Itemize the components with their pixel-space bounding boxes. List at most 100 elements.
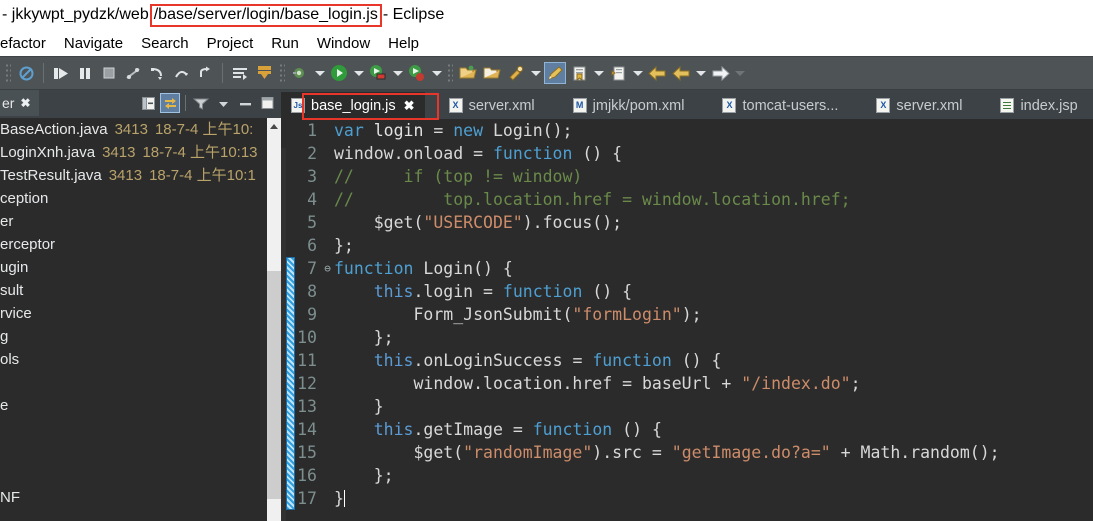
code-line[interactable]: 7 ⊖ function Login() { xyxy=(281,257,1093,280)
history-list-item[interactable]: ception xyxy=(0,187,267,210)
history-list-item[interactable]: ugin xyxy=(0,256,267,279)
code-line[interactable]: 14 this.getImage = function () { xyxy=(281,418,1093,441)
editor-tab-server-xml[interactable]: Xserver.xml xyxy=(439,92,545,119)
coverage-dropdown-icon[interactable] xyxy=(391,62,404,84)
editor-tab-index-jsp[interactable]: index.jsp xyxy=(990,92,1087,119)
menu-item-help[interactable]: Help xyxy=(379,33,428,54)
history-list-item[interactable]: e xyxy=(0,394,267,417)
step-return-icon[interactable] xyxy=(194,62,216,84)
view-menu-icon[interactable] xyxy=(213,93,233,113)
bookmark-icon[interactable] xyxy=(568,62,590,84)
search-icon[interactable] xyxy=(505,62,527,84)
external-tools-dropdown-icon[interactable] xyxy=(430,62,443,84)
code-line[interactable]: 9 Form_JsonSubmit("formLogin"); xyxy=(281,303,1093,326)
code-line[interactable]: 1 var login = new Login(); xyxy=(281,119,1093,142)
editor-tab-base-login-js[interactable]: Js base_login.js ✖ xyxy=(281,92,425,119)
code-line[interactable]: 17} xyxy=(281,487,1093,510)
scrollbar-thumb[interactable] xyxy=(267,271,281,499)
history-list-item[interactable]: sult xyxy=(0,279,267,302)
history-scrollbar[interactable] xyxy=(267,118,281,521)
menu-item-run[interactable]: Run xyxy=(262,33,308,54)
history-list-item[interactable]: rvice xyxy=(0,302,267,325)
debug-dropdown-icon[interactable] xyxy=(313,62,326,84)
history-list-item[interactable] xyxy=(0,440,267,463)
code-line[interactable]: 11 this.onLoginSuccess = function () { xyxy=(281,349,1093,372)
code-line[interactable]: 10 }; xyxy=(281,326,1093,349)
skip-all-breakpoints-icon[interactable] xyxy=(15,62,37,84)
back-icon[interactable] xyxy=(646,62,668,84)
previous-icon[interactable] xyxy=(670,62,692,84)
external-tools-icon[interactable] xyxy=(406,62,428,84)
history-list-item[interactable] xyxy=(0,371,267,394)
collapse-all-icon[interactable] xyxy=(138,93,158,113)
run-icon[interactable] xyxy=(328,62,350,84)
drop-to-frame-icon[interactable] xyxy=(253,62,275,84)
code-line[interactable]: 12 window.location.href = baseUrl + "/in… xyxy=(281,372,1093,395)
history-list-item[interactable]: LoginXnh.java 3413 18-7-4 上午10:13 xyxy=(0,141,267,164)
open-resource-icon[interactable] xyxy=(457,62,479,84)
task-icon[interactable] xyxy=(607,62,629,84)
pause-icon[interactable] xyxy=(74,62,96,84)
maximize-icon[interactable] xyxy=(257,93,277,113)
minimize-icon[interactable] xyxy=(235,93,255,113)
coverage-icon[interactable] xyxy=(367,62,389,84)
code-line[interactable]: 6}; xyxy=(281,234,1093,257)
code-line[interactable]: 4 // top.location.href = window.location.… xyxy=(281,188,1093,211)
menu-item-navigate[interactable]: Navigate xyxy=(55,33,132,54)
previous-dropdown-icon[interactable] xyxy=(694,62,707,84)
history-view-tab[interactable]: er ✖ xyxy=(0,90,39,116)
code-line[interactable]: 5 $get("USERCODE").focus(); xyxy=(281,211,1093,234)
editor-tab-server-xml[interactable]: Xserver.xml xyxy=(866,92,972,119)
code-line[interactable]: 16 }; xyxy=(281,464,1093,487)
code-line[interactable]: 8 this.login = function () { xyxy=(281,280,1093,303)
line-number: 1 xyxy=(307,121,317,140)
bookmark-dropdown-icon[interactable] xyxy=(592,62,605,84)
menu-item-efactor[interactable]: efactor xyxy=(0,33,55,54)
annotate-icon[interactable] xyxy=(544,62,566,84)
forward-dropdown-icon[interactable] xyxy=(733,62,746,84)
resume-icon[interactable] xyxy=(50,62,72,84)
disconnect-icon[interactable] xyxy=(122,62,144,84)
code-line[interactable]: 15 $get("randomImage").src = "getImage.d… xyxy=(281,441,1093,464)
forward-icon[interactable] xyxy=(709,62,731,84)
filters-icon[interactable] xyxy=(191,93,211,113)
code-line[interactable]: 2 window.onload = function () { xyxy=(281,142,1093,165)
code-token-this: this xyxy=(373,351,414,370)
scroll-down-icon[interactable] xyxy=(267,505,281,521)
fold-marker[interactable]: ⊖ xyxy=(321,257,334,280)
step-over-icon[interactable] xyxy=(170,62,192,84)
code-line[interactable]: 13 } xyxy=(281,395,1093,418)
code-line[interactable]: 3 // if (top != window) xyxy=(281,165,1093,188)
history-list-item[interactable]: g xyxy=(0,325,267,348)
menu-item-search[interactable]: Search xyxy=(132,33,198,54)
step-into-icon[interactable] xyxy=(146,62,168,84)
scroll-up-icon[interactable] xyxy=(267,118,281,134)
terminate-icon[interactable] xyxy=(98,62,120,84)
search-dropdown-icon[interactable] xyxy=(529,62,542,84)
history-list-item[interactable]: erceptor xyxy=(0,233,267,256)
toolbar-grip[interactable] xyxy=(279,63,285,83)
menu-item-project[interactable]: Project xyxy=(198,33,263,54)
editor-tab-jmjkk-pom-xml[interactable]: Mjmjkk/pom.xml xyxy=(563,92,695,119)
align-lines-icon[interactable] xyxy=(229,62,251,84)
history-list-item[interactable]: ols xyxy=(0,348,267,371)
menu-item-window[interactable]: Window xyxy=(308,33,379,54)
debug-icon[interactable] xyxy=(289,62,311,84)
history-list-item[interactable] xyxy=(0,417,267,440)
toolbar-grip[interactable] xyxy=(5,63,11,83)
history-list-item[interactable]: TestResult.java 3413 18-7-4 上午10:1 xyxy=(0,164,267,187)
task-dropdown-icon[interactable] xyxy=(631,62,644,84)
new-folder-icon[interactable] xyxy=(481,62,503,84)
toolbar-grip[interactable] xyxy=(447,63,453,83)
link-with-editor-icon[interactable] xyxy=(160,93,180,113)
history-list-item[interactable]: BaseAction.java 3413 18-7-4 上午10: xyxy=(0,118,267,141)
history-list-item[interactable] xyxy=(0,463,267,486)
history-list[interactable]: BaseAction.java 3413 18-7-4 上午10: LoginXnh.… xyxy=(0,118,267,521)
history-list-item[interactable]: NF xyxy=(0,486,267,509)
close-icon[interactable]: ✖ xyxy=(20,96,30,110)
editor-tab-tomcat-users-[interactable]: Xtomcat-users... xyxy=(712,92,848,119)
history-list-item[interactable]: er xyxy=(0,210,267,233)
run-dropdown-icon[interactable] xyxy=(352,62,365,84)
close-icon[interactable]: ✖ xyxy=(404,98,415,114)
code-pane[interactable]: 1 var login = new Login(); 2 window.onload … xyxy=(281,119,1093,521)
